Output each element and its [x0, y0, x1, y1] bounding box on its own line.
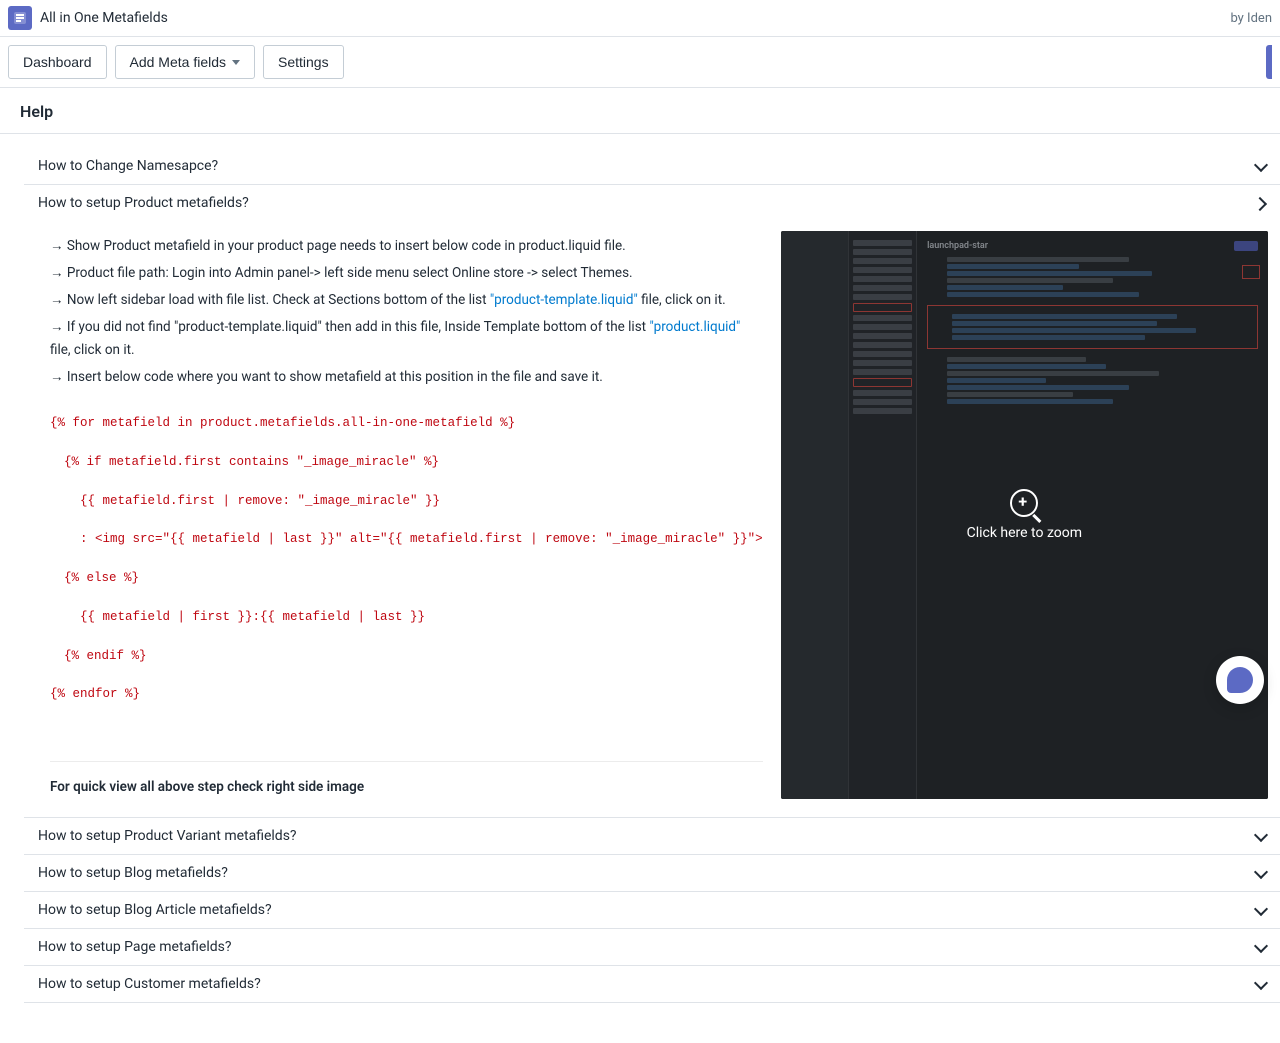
add-meta-fields-button[interactable]: Add Meta fields: [115, 45, 256, 79]
page-title-wrap: Help: [0, 88, 1280, 134]
accordion-item-variant: How to setup Product Variant metafields?: [24, 818, 1280, 855]
add-meta-label: Add Meta fields: [130, 54, 227, 70]
accordion-title: How to setup Product metafields?: [38, 195, 249, 211]
product-liquid-link[interactable]: "product.liquid": [649, 319, 740, 335]
chat-bubble-button[interactable]: [1216, 656, 1264, 704]
chevron-down-icon: [1254, 829, 1268, 843]
accordion-item-blog: How to setup Blog metafields?: [24, 855, 1280, 892]
accordion-header[interactable]: How to setup Blog metafields?: [24, 855, 1280, 891]
accordion-header[interactable]: How to setup Blog Article metafields?: [24, 892, 1280, 928]
code-line: {% for metafield in product.metafields.a…: [50, 414, 763, 433]
accordion-header[interactable]: How to setup Page metafields?: [24, 929, 1280, 965]
code-line: {% endif %}: [50, 647, 763, 666]
accordion-title: How to setup Page metafields?: [38, 939, 232, 955]
dashboard-button[interactable]: Dashboard: [8, 45, 107, 79]
toolbar: Dashboard Add Meta fields Settings: [0, 37, 1280, 88]
help-line: → Now left sidebar load with file list. …: [50, 289, 763, 312]
code-line: {% if metafield.first contains "_image_m…: [50, 453, 763, 472]
chevron-down-icon: [1254, 940, 1268, 954]
accordion-header[interactable]: How to Change Namesapce?: [24, 148, 1280, 184]
settings-label: Settings: [278, 54, 329, 70]
code-line: {{ metafield | first }}:{{ metafield | l…: [50, 608, 763, 627]
accordion-title: How to setup Blog Article metafields?: [38, 902, 272, 918]
help-image[interactable]: launchpad-star: [781, 231, 1268, 799]
accordion-header[interactable]: How to setup Product Variant metafields?: [24, 818, 1280, 854]
chat-icon: [1227, 667, 1253, 693]
toolbar-action-edge[interactable]: [1266, 45, 1272, 79]
help-line: → Product file path: Login into Admin pa…: [50, 262, 763, 285]
help-line: → Insert below code where you want to sh…: [50, 366, 763, 389]
accordion-item-namespace: How to Change Namesapce?: [24, 148, 1280, 185]
accordion-header[interactable]: How to setup Customer metafields?: [24, 966, 1280, 1002]
accordion-body: → Show Product metafield in your product…: [24, 221, 1280, 817]
help-line: → Show Product metafield in your product…: [50, 235, 763, 258]
accordion-item-page: How to setup Page metafields?: [24, 929, 1280, 966]
zoom-label: Click here to zoom: [967, 525, 1082, 541]
code-line: {% else %}: [50, 569, 763, 588]
text: file, click on it.: [638, 292, 726, 308]
code-line: {{ metafield.first | remove: "_image_mir…: [50, 492, 763, 511]
product-template-link[interactable]: "product-template.liquid": [490, 292, 638, 308]
text: → Now left sidebar load with file list. …: [50, 292, 490, 308]
accordion-header[interactable]: How to setup Product metafields?: [24, 185, 1280, 221]
accordion-item-product: How to setup Product metafields? → Show …: [24, 185, 1280, 818]
help-text: → Show Product metafield in your product…: [50, 231, 763, 799]
code-line: : <img src="{{ metafield | last }}" alt=…: [50, 530, 763, 549]
dashboard-label: Dashboard: [23, 54, 92, 70]
chevron-right-icon: [1254, 196, 1268, 210]
accordion-title: How to setup Customer metafields?: [38, 976, 261, 992]
app-header: All in One Metafields by Iden: [0, 0, 1280, 37]
text: file, click on it.: [50, 342, 135, 358]
accordion-item-customer: How to setup Customer metafields?: [24, 966, 1280, 1003]
text: → If you did not find "product-template.…: [50, 319, 649, 335]
code-line: {% endfor %}: [50, 685, 763, 704]
chevron-down-icon: [1254, 903, 1268, 917]
page-title: Help: [20, 102, 1260, 121]
chevron-down-icon: [1254, 977, 1268, 991]
by-label: by Iden: [1230, 11, 1272, 26]
accordion-title: How to setup Blog metafields?: [38, 865, 228, 881]
chevron-down-icon: [1254, 866, 1268, 880]
app-icon: [8, 6, 32, 30]
zoom-in-icon: [1010, 489, 1038, 517]
help-line: → If you did not find "product-template.…: [50, 316, 763, 362]
app-title: All in One Metafields: [40, 10, 168, 26]
settings-button[interactable]: Settings: [263, 45, 344, 79]
chevron-down-icon: [1254, 159, 1268, 173]
accordion-title: How to Change Namesapce?: [38, 158, 218, 174]
accordion-item-article: How to setup Blog Article metafields?: [24, 892, 1280, 929]
accordion-title: How to setup Product Variant metafields?: [38, 828, 297, 844]
footer-note: For quick view all above step check righ…: [50, 761, 763, 799]
zoom-overlay[interactable]: Click here to zoom: [781, 231, 1268, 799]
code-block: {% for metafield in product.metafields.a…: [50, 395, 763, 744]
header-left: All in One Metafields: [8, 6, 168, 30]
page: Help How to Change Namesapce? How to set…: [0, 88, 1280, 1043]
accordion-list: How to Change Namesapce? How to setup Pr…: [24, 148, 1280, 1003]
caret-down-icon: [232, 60, 240, 65]
